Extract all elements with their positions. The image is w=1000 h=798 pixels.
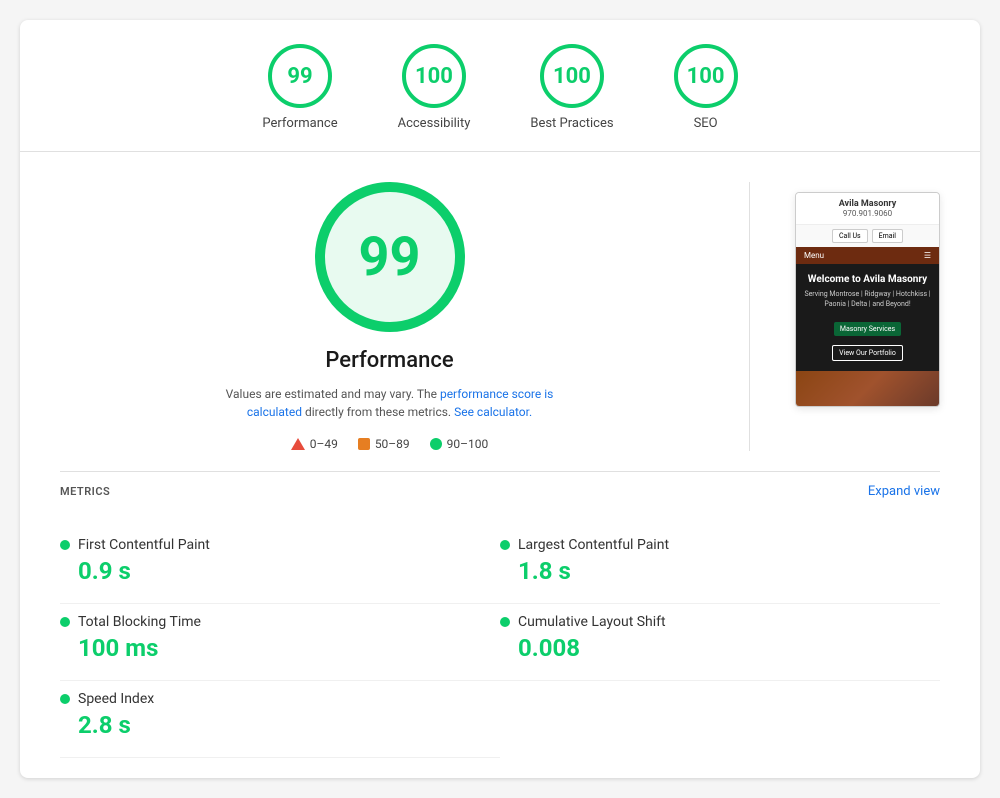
metrics-grid: First Contentful Paint 0.9 s Largest Con… [60,527,940,758]
metrics-section: METRICS Expand view First Contentful Pai… [20,471,980,778]
phone-buttons: Call Us Email [796,225,939,247]
metric-cls-dot [500,617,510,627]
legend-average: 50–89 [358,437,410,451]
metric-lcp-name-row: Largest Contentful Paint [500,537,940,553]
metric-tbt: Total Blocking Time 100 ms [60,604,500,681]
expand-view-button[interactable]: Expand view [868,484,940,499]
metric-tbt-label: Total Blocking Time [78,614,201,630]
phone-preview: Avila Masonry 970.901.9060 Call Us Email… [795,192,940,407]
score-circle-accessibility: 100 [402,44,466,108]
big-score-title: Performance [325,348,453,373]
phone-hero-sub: Serving Montrose | Ridgway | Hotchkiss |… [804,290,931,310]
metric-cls-value: 0.008 [500,634,940,662]
phone-call-btn: Call Us [832,229,868,243]
phone-cta-btn2: View Our Portfolio [832,345,903,361]
score-item-accessibility: 100 Accessibility [398,44,471,131]
metric-si-label: Speed Index [78,691,154,707]
metric-tbt-dot [60,617,70,627]
metric-lcp-value: 1.8 s [500,557,940,585]
disclaimer-text: Values are estimated and may vary. The p… [200,385,580,421]
main-content: 99 Performance Values are estimated and … [20,152,980,471]
metric-cls: Cumulative Layout Shift 0.008 [500,604,940,681]
metrics-header: METRICS Expand view [60,471,940,511]
score-label-accessibility: Accessibility [398,116,471,131]
legend-orange-icon [358,438,370,450]
metric-si: Speed Index 2.8 s [60,681,500,758]
scores-bar: 99 Performance 100 Accessibility 100 Bes… [20,20,980,152]
metric-lcp-dot [500,540,510,550]
big-score-circle: 99 [315,182,465,332]
metric-fcp-value: 0.9 s [60,557,460,585]
phone-hero-title: Welcome to Avila Masonry [804,274,931,285]
score-item-seo: 100 SEO [674,44,738,131]
metrics-title: METRICS [60,485,110,498]
score-item-performance: 99 Performance [262,44,337,131]
metric-si-name-row: Speed Index [60,691,460,707]
divider-line [749,182,750,451]
phone-phone: 970.901.9060 [804,209,931,218]
legend: 0–49 50–89 90–100 [291,437,489,451]
lighthouse-report: 99 Performance 100 Accessibility 100 Bes… [20,20,980,778]
phone-menu-bar: Menu ☰ [796,247,939,264]
metric-lcp-label: Largest Contentful Paint [518,537,669,553]
score-circle-performance: 99 [268,44,332,108]
phone-image-placeholder [796,371,939,406]
score-label-performance: Performance [262,116,337,131]
metric-si-dot [60,694,70,704]
phone-header: Avila Masonry 970.901.9060 [796,193,939,225]
legend-green-icon [430,438,442,450]
phone-hero: Welcome to Avila Masonry Serving Montros… [796,264,939,371]
score-label-best-practices: Best Practices [530,116,613,131]
legend-red-icon [291,438,305,450]
metric-fcp-label: First Contentful Paint [78,537,210,553]
metric-fcp-name-row: First Contentful Paint [60,537,460,553]
preview-panel: Avila Masonry 970.901.9060 Call Us Email… [780,182,940,451]
phone-business-name: Avila Masonry [804,199,931,209]
metric-si-value: 2.8 s [60,711,460,739]
phone-email-btn: Email [872,229,903,243]
metric-tbt-name-row: Total Blocking Time [60,614,460,630]
phone-cta-btn1: Masonry Services [834,322,901,336]
metric-fcp-dot [60,540,70,550]
metric-cls-label: Cumulative Layout Shift [518,614,666,630]
metric-fcp: First Contentful Paint 0.9 s [60,527,500,604]
score-label-seo: SEO [694,116,718,131]
left-panel: 99 Performance Values are estimated and … [60,182,719,451]
calculator-link[interactable]: See calculator. [454,405,532,419]
score-item-best-practices: 100 Best Practices [530,44,613,131]
metric-tbt-value: 100 ms [60,634,460,662]
legend-good: 90–100 [430,437,489,451]
metric-lcp: Largest Contentful Paint 1.8 s [500,527,940,604]
legend-fail: 0–49 [291,437,338,451]
score-circle-best-practices: 100 [540,44,604,108]
score-circle-seo: 100 [674,44,738,108]
metric-cls-name-row: Cumulative Layout Shift [500,614,940,630]
